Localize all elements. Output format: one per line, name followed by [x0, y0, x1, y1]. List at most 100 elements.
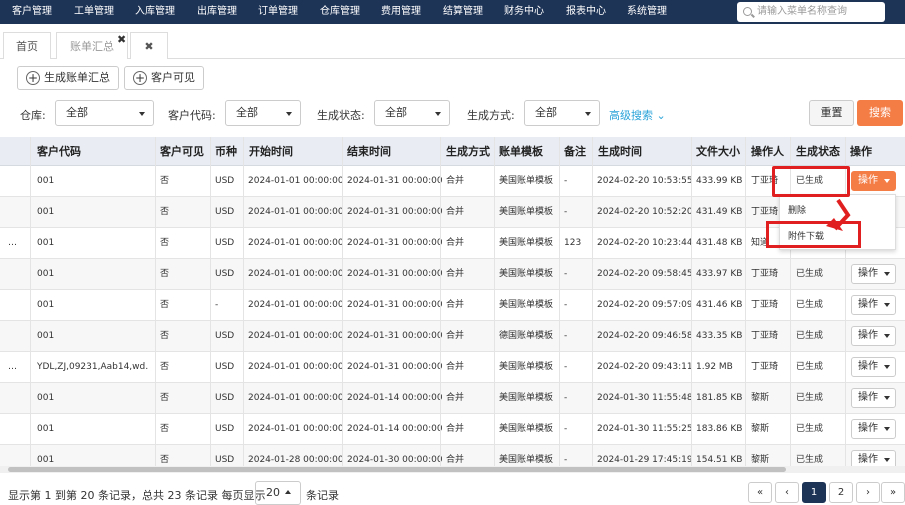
cell-customer-visible: 否 [160, 207, 170, 217]
page-next-button[interactable]: › [856, 482, 880, 503]
page-2-button[interactable]: 2 [829, 482, 853, 503]
nav-item-outbound[interactable]: 出库管理 [197, 0, 237, 24]
nav-item-inbound[interactable]: 入库管理 [135, 0, 175, 24]
page-last-button[interactable]: » [881, 482, 905, 503]
cell-customer-code: 001 [37, 331, 55, 341]
col-template[interactable]: 账单模板 [499, 137, 543, 166]
gen-status-value: 全部 [385, 106, 407, 119]
actions-dropdown-button[interactable]: 操作 [851, 171, 896, 191]
cell-start-time: 2024-01-01 00:00:00 [248, 238, 344, 248]
column-divider [342, 137, 343, 467]
nav-item-fee[interactable]: 费用管理 [381, 0, 421, 24]
page-prev-button[interactable]: ‹ [775, 482, 799, 503]
table-row[interactable]: 001 否 USD 2024-01-01 00:00:00 2024-01-14 00:… [0, 383, 905, 414]
cell-gen-time: 2024-01-30 11:55:48 [597, 393, 693, 403]
gen-method-label: 生成方式: [467, 109, 515, 122]
nav-item-warehouse[interactable]: 仓库管理 [320, 0, 360, 24]
cell-start-time: 2024-01-01 00:00:00 [248, 331, 344, 341]
close-icon[interactable]: ✖ [117, 26, 126, 53]
horizontal-scrollbar[interactable] [0, 466, 905, 473]
actions-dropdown-button[interactable]: 操作 [851, 419, 896, 439]
table-header: 客户代码 客户可见 币种 开始时间 结束时间 生成方式 账单模板 备注 生成时间… [0, 137, 905, 166]
col-end-time[interactable]: 结束时间 [347, 137, 391, 166]
nav-item-system[interactable]: 系统管理 [627, 0, 667, 24]
col-start-time[interactable]: 开始时间 [249, 137, 293, 166]
table-row[interactable]: 001 否 - 2024-01-01 00:00:00 2024-01-31 00:00… [0, 290, 905, 321]
tab-billing-summary[interactable]: 账单汇总 ✖ [56, 32, 128, 59]
cell-gen-status: 已生成 [796, 424, 824, 434]
actions-dropdown-button[interactable]: 操作 [851, 450, 896, 467]
col-currency[interactable]: 币种 [215, 137, 237, 166]
chevron-down-icon [585, 112, 591, 116]
page-first-button[interactable]: « [748, 482, 772, 503]
cell-template: 美国账单模板 [499, 362, 554, 372]
cell-end-time: 2024-01-14 00:00:00 [347, 424, 443, 434]
col-gen-method[interactable]: 生成方式 [446, 137, 490, 166]
col-operator[interactable]: 操作人 [751, 137, 784, 166]
table-row[interactable]: 001 否 USD 2024-01-01 00:00:00 2024-01-31 00:… [0, 166, 905, 197]
search-button[interactable]: 搜索 [857, 100, 903, 126]
cell-operator: 丁亚琦 [751, 331, 779, 341]
col-customer-visible[interactable]: 客户可见 [160, 137, 204, 166]
cell-customer-visible: 否 [160, 238, 170, 248]
cell-note: - [564, 207, 568, 217]
cell-file-size: 433.97 KB [696, 269, 743, 279]
col-customer-code[interactable]: 客户代码 [37, 137, 81, 166]
table-row[interactable]: 001 否 USD 2024-01-01 00:00:00 2024-01-31 00:… [0, 259, 905, 290]
column-divider [155, 137, 156, 467]
cell-end-time: 2024-01-31 00:00:00 [347, 300, 443, 310]
actions-dropdown-button[interactable]: 操作 [851, 264, 896, 284]
customer-visible-button[interactable]: + 客户可见 [124, 66, 204, 90]
close-all-icon[interactable]: ✖ [144, 40, 153, 53]
chevron-down-icon [884, 272, 890, 276]
actions-dropdown-button[interactable]: 操作 [851, 388, 896, 408]
chevron-down-icon [884, 427, 890, 431]
gen-method-select[interactable]: 全部 [524, 100, 600, 126]
nav-item-settlement[interactable]: 结算管理 [443, 0, 483, 24]
generate-summary-button[interactable]: + 生成账单汇总 [17, 66, 119, 90]
col-file-size[interactable]: 文件大小 [696, 137, 740, 166]
reset-button[interactable]: 重置 [809, 100, 854, 126]
actions-dropdown-button[interactable]: 操作 [851, 357, 896, 377]
nav-item-customer[interactable]: 客户管理 [12, 0, 52, 24]
cell-operator: 黎斯 [751, 455, 770, 465]
column-divider [210, 137, 211, 467]
actions-label: 操作 [858, 423, 878, 434]
table-row[interactable]: 001 否 USD 2024-01-01 00:00:00 2024-01-14 00:… [0, 414, 905, 445]
cell-end-time: 2024-01-31 00:00:00 [347, 331, 443, 341]
tab-close-all[interactable]: ✖ [130, 32, 168, 59]
nav-item-finance[interactable]: 财务中心 [504, 0, 544, 24]
col-gen-status[interactable]: 生成状态 [796, 137, 840, 166]
cell-template: 美国账单模板 [499, 238, 554, 248]
customer-code-select[interactable]: 全部 [225, 100, 301, 126]
cell-currency: USD [215, 424, 235, 434]
page-size-select[interactable]: 20 [255, 481, 301, 505]
table-row[interactable]: 001 否 USD 2024-01-28 00:00:00 2024-01-30 00:… [0, 445, 905, 467]
cell-operator: 丁亚琦 [751, 362, 779, 372]
table-row[interactable]: 001 否 USD 2024-01-01 00:00:00 2024-01-31 00:… [0, 321, 905, 352]
tab-home[interactable]: 首页 [3, 32, 51, 59]
nav-item-order[interactable]: 订单管理 [258, 0, 298, 24]
advanced-search-link[interactable]: 高级搜索 ⌄ [609, 107, 666, 123]
actions-label: 操作 [858, 175, 878, 186]
delete-menu-item[interactable]: 删除 [788, 203, 806, 216]
col-note[interactable]: 备注 [564, 137, 586, 166]
search-placeholder: 请输入菜单名称查询 [757, 6, 847, 17]
cell-start-time: 2024-01-01 00:00:00 [248, 207, 344, 217]
table-row[interactable]: … YDL,ZJ,09231,Aab14,wd… 否 USD 2024-01-01 00… [0, 352, 905, 383]
menu-search-input[interactable]: 请输入菜单名称查询 [737, 2, 885, 22]
warehouse-select[interactable]: 全部 [55, 100, 154, 126]
col-gen-time[interactable]: 生成时间 [598, 137, 642, 166]
column-divider [745, 137, 746, 467]
gen-status-select[interactable]: 全部 [374, 100, 450, 126]
chevron-down-icon [435, 112, 441, 116]
page-1-button[interactable]: 1 [802, 482, 826, 503]
nav-item-workorder[interactable]: 工单管理 [74, 0, 114, 24]
actions-dropdown-button[interactable]: 操作 [851, 326, 896, 346]
actions-dropdown-button[interactable]: 操作 [851, 295, 896, 315]
cell-template: 德国账单模板 [499, 331, 554, 341]
scrollbar-thumb[interactable] [8, 467, 786, 472]
nav-item-report[interactable]: 报表中心 [566, 0, 606, 24]
column-divider [440, 137, 441, 467]
cell-customer-visible: 否 [160, 269, 170, 279]
